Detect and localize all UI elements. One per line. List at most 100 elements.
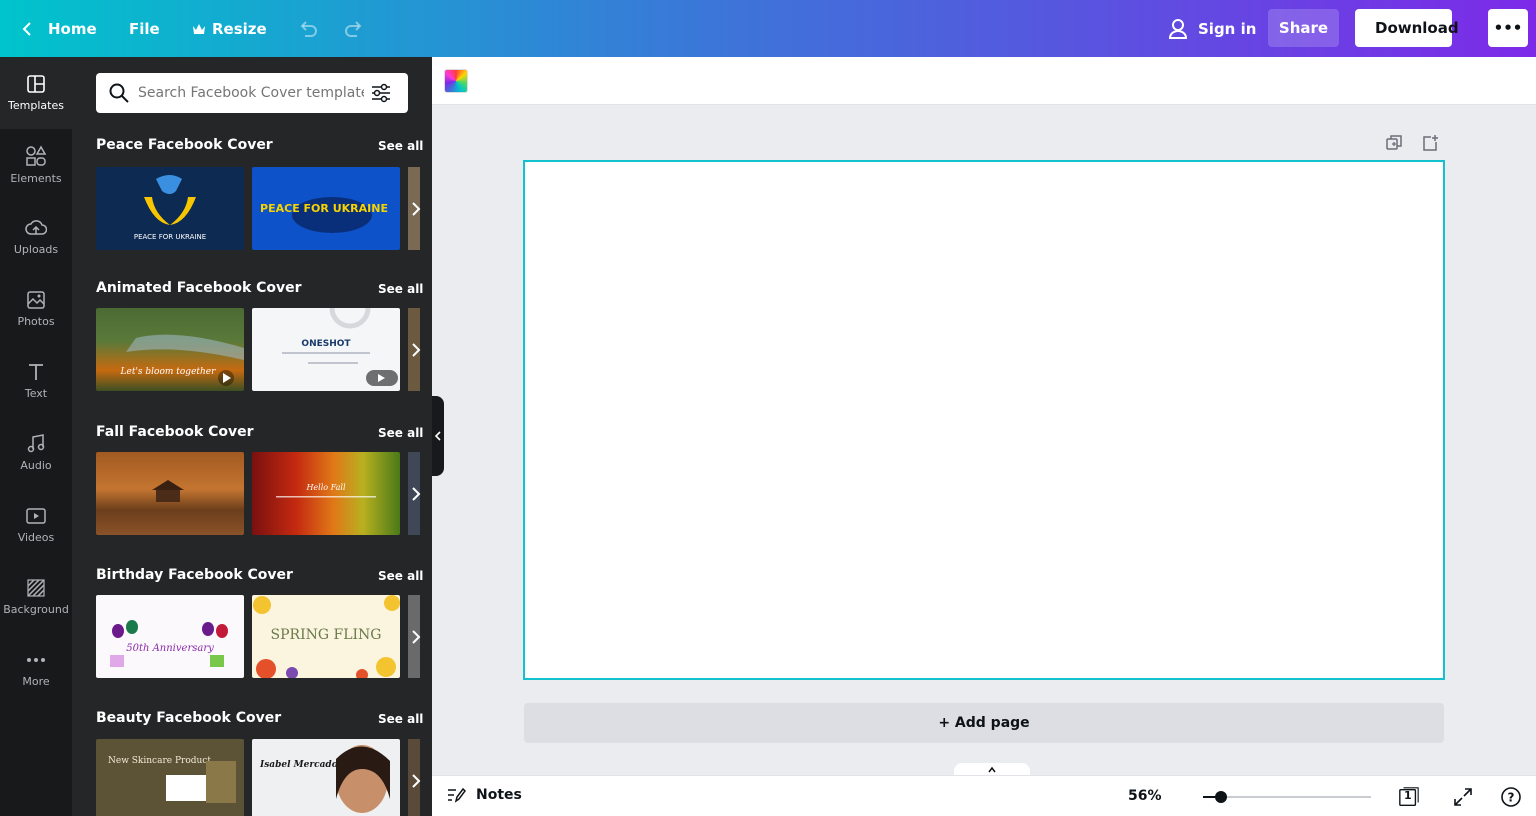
- add-page-icon-button[interactable]: [1420, 132, 1440, 154]
- see-all-link[interactable]: See all: [378, 426, 423, 440]
- notes-button[interactable]: Notes: [446, 786, 522, 804]
- template-preview: [152, 480, 184, 502]
- scroll-right-button[interactable]: [406, 452, 426, 535]
- rail-label: Text: [24, 387, 48, 400]
- scroll-right-button[interactable]: [406, 595, 426, 678]
- more-icon: [27, 658, 45, 662]
- section-title: Beauty Facebook Cover: [96, 710, 282, 726]
- help-label: ?: [1508, 791, 1515, 805]
- rail-item-videos[interactable]: Videos: [0, 489, 72, 561]
- more-options-button[interactable]: •••: [1488, 9, 1528, 47]
- zoom-slider[interactable]: [1203, 791, 1371, 803]
- filter-icon[interactable]: [370, 82, 392, 104]
- template-thumbnail[interactable]: [96, 452, 244, 535]
- rail-label: Uploads: [13, 243, 59, 256]
- chevron-left-icon: [434, 431, 441, 441]
- template-preview: New Skincare Product: [108, 756, 236, 803]
- duplicate-icon: [1386, 135, 1402, 150]
- chevron-right-icon: [412, 629, 421, 644]
- scroll-right-button[interactable]: [406, 739, 426, 816]
- crown-icon: [193, 23, 205, 34]
- section-title: Birthday Facebook Cover: [96, 567, 293, 583]
- template-preview: PEACE FOR UKRAINE: [134, 175, 206, 241]
- chevron-left-icon: [22, 21, 31, 36]
- rail-label: Videos: [17, 531, 55, 544]
- audio-icon: [27, 434, 45, 453]
- template-thumbnail[interactable]: PEACE FOR UKRAINE: [96, 167, 244, 250]
- user-icon: [1168, 18, 1188, 39]
- editor-toolbar: [432, 57, 1536, 105]
- templates-icon: [27, 75, 45, 93]
- rail-item-background[interactable]: Background: [0, 561, 72, 633]
- chevron-right-icon: [412, 201, 421, 216]
- share-button[interactable]: Share: [1268, 9, 1339, 47]
- templates-panel: Peace Facebook Cover See all PEACE FOR U…: [72, 57, 432, 816]
- download-button[interactable]: Download: [1355, 9, 1459, 47]
- template-thumbnail[interactable]: SPRING FLING: [252, 595, 400, 678]
- see-all-link[interactable]: See all: [378, 569, 423, 583]
- expand-icon: [1454, 788, 1472, 806]
- redo-icon: [345, 20, 362, 37]
- rail-label: Audio: [20, 459, 52, 472]
- page-count-button[interactable]: 1: [1398, 786, 1420, 808]
- template-preview: SPRING FLING: [253, 595, 400, 678]
- template-thumbnail[interactable]: Let's bloom together: [96, 308, 244, 391]
- chevron-right-icon: [412, 342, 421, 357]
- search-input[interactable]: [138, 85, 364, 101]
- add-page-icon: [1423, 135, 1438, 151]
- download-label: Download: [1375, 19, 1459, 37]
- resize-button[interactable]: Resize: [192, 0, 267, 57]
- thumb-caption: New Skincare Product: [108, 756, 211, 766]
- rail-item-more[interactable]: More: [0, 633, 72, 705]
- top-bar: Home File Resize Sign in Share Download …: [0, 0, 1536, 57]
- color-picker-button[interactable]: [444, 69, 468, 93]
- collapse-panel-button[interactable]: [432, 396, 444, 476]
- rail-label: Photos: [17, 315, 55, 328]
- duplicate-page-button[interactable]: [1384, 132, 1404, 154]
- file-menu-button[interactable]: File: [129, 0, 160, 57]
- rail-item-uploads[interactable]: Uploads: [0, 201, 72, 273]
- scroll-right-button[interactable]: [406, 167, 426, 250]
- search-icon: [109, 83, 129, 103]
- sign-in-button[interactable]: Sign in: [1168, 0, 1256, 57]
- redo-button[interactable]: [343, 0, 365, 57]
- sign-in-label: Sign in: [1198, 19, 1257, 38]
- thumb-caption: 50th Anniversary: [126, 643, 214, 654]
- template-preview: Hello Fall: [276, 483, 376, 498]
- resize-label: Resize: [212, 19, 267, 38]
- thumb-caption: Hello Fall: [305, 483, 346, 492]
- template-preview: 50th Anniversary: [110, 620, 228, 667]
- section-title: Peace Facebook Cover: [96, 137, 273, 153]
- thumb-caption: PEACE FOR UKRAINE: [134, 233, 206, 241]
- search-bar: [96, 73, 408, 113]
- template-thumbnail[interactable]: Hello Fall: [252, 452, 400, 535]
- zoom-slider-knob[interactable]: [1215, 791, 1228, 803]
- add-page-button[interactable]: + Add page: [524, 703, 1444, 743]
- fullscreen-button[interactable]: [1452, 786, 1474, 808]
- template-thumbnail[interactable]: Isabel Mercado: [252, 739, 400, 816]
- rail-item-photos[interactable]: Photos: [0, 273, 72, 345]
- undo-button[interactable]: [297, 0, 319, 57]
- see-all-link[interactable]: See all: [378, 712, 423, 726]
- rail-item-text[interactable]: Text: [0, 345, 72, 417]
- elements-icon: [26, 145, 47, 166]
- home-button[interactable]: Home: [20, 0, 97, 57]
- template-thumbnail[interactable]: PEACE FOR UKRAINE: [252, 167, 400, 250]
- see-all-link[interactable]: See all: [378, 139, 423, 153]
- see-all-link[interactable]: See all: [378, 282, 423, 296]
- rail-item-audio[interactable]: Audio: [0, 417, 72, 489]
- home-label: Home: [48, 19, 97, 38]
- template-thumbnail[interactable]: 50th Anniversary: [96, 595, 244, 678]
- zoom-level-button[interactable]: 56%: [1128, 788, 1162, 804]
- help-icon: ?: [1501, 787, 1521, 807]
- design-canvas[interactable]: [523, 160, 1445, 680]
- rail-item-templates[interactable]: Templates: [0, 57, 72, 129]
- help-button[interactable]: ?: [1500, 786, 1522, 808]
- background-icon: [27, 579, 45, 597]
- scroll-right-button[interactable]: [406, 308, 426, 391]
- text-icon: [29, 364, 43, 380]
- photos-icon: [27, 291, 45, 309]
- template-thumbnail[interactable]: New Skincare Product: [96, 739, 244, 816]
- rail-item-elements[interactable]: Elements: [0, 129, 72, 201]
- template-thumbnail[interactable]: ONESHOT: [252, 308, 400, 391]
